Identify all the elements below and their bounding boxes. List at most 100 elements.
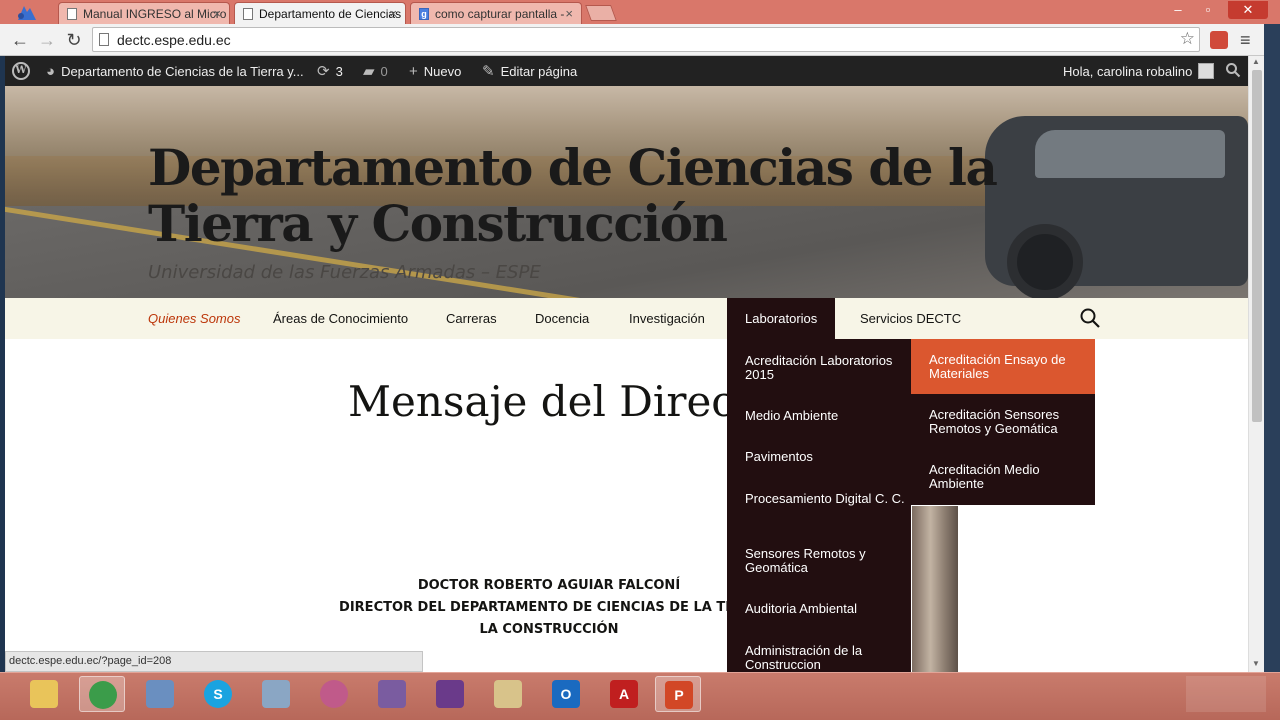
submenu-item-administracion[interactable]: Administración de la Construccion xyxy=(745,644,905,672)
adminbar-new[interactable]: + Nuevo xyxy=(409,64,461,79)
submenu-item-sensores-remotos[interactable]: Acreditación Sensores Remotos y Geomátic… xyxy=(911,394,1095,449)
minimize-button[interactable]: – xyxy=(1168,1,1188,19)
site-description: Universidad de las Fuerzas Armadas – ESP… xyxy=(148,262,541,283)
address-url[interactable]: dectc.espe.edu.ec xyxy=(117,32,231,48)
taskbar-outlook[interactable]: O xyxy=(543,676,589,712)
page-icon xyxy=(67,8,77,20)
avatar xyxy=(1198,63,1215,79)
updates-count: 3 xyxy=(335,64,343,79)
nav-item-laboratorios[interactable]: Laboratorios xyxy=(727,298,836,339)
skype-icon: S xyxy=(204,680,232,708)
maximize-button[interactable]: ▫ xyxy=(1198,1,1218,19)
taskbar-network[interactable] xyxy=(137,676,183,712)
pencil-icon: ✎ xyxy=(482,63,495,80)
wordpress-logo[interactable]: W xyxy=(12,62,30,80)
tab-como-capturar[interactable]: g como capturar pantalla - × xyxy=(410,2,582,24)
header-car-image xyxy=(985,116,1248,298)
adminbar-comments[interactable]: ▰ 0 xyxy=(363,64,388,79)
user-greeting: Hola, carolina robalino xyxy=(1063,63,1193,79)
submenu-item-medio-ambiente-acred[interactable]: Acreditación Medio Ambiente xyxy=(911,449,1095,504)
main-navigation: Quienes Somos Áreas de Conocimiento Carr… xyxy=(5,298,1248,339)
submenu-item-auditoria[interactable]: Auditoria Ambiental xyxy=(745,602,905,616)
extension-icon[interactable] xyxy=(1210,31,1228,49)
nav-item-servicios[interactable]: Servicios DECTC xyxy=(860,311,961,326)
search-icon xyxy=(1226,63,1241,78)
chrome-menu-icon[interactable]: ≡ xyxy=(1240,30,1251,51)
close-tab-icon[interactable]: × xyxy=(389,6,397,21)
taskbar-paint[interactable] xyxy=(311,676,357,712)
page-scrollbar[interactable]: ▲ ▼ xyxy=(1248,56,1264,672)
tab-label: Manual INGRESO al Micro xyxy=(83,7,227,21)
taskbar-skype[interactable]: S xyxy=(195,676,241,712)
adminbar-search[interactable] xyxy=(1225,62,1241,78)
paint-icon xyxy=(320,680,348,708)
site-title[interactable]: Departamento de Ciencias de la Tierra y … xyxy=(148,138,998,253)
nav-item-carreras[interactable]: Carreras xyxy=(446,311,497,326)
taskbar-library[interactable] xyxy=(369,676,415,712)
taskbar-winrar[interactable] xyxy=(427,676,473,712)
address-bar[interactable]: dectc.espe.edu.ec ☆ xyxy=(92,27,1200,52)
winrar-icon xyxy=(436,680,464,708)
scrollbar-thumb[interactable] xyxy=(1252,70,1262,422)
adminbar-site-name[interactable]: ◕ Departamento de Ciencias de la Tierra … xyxy=(46,64,304,79)
browser-toolbar: ← → ↻ dectc.espe.edu.ec ☆ ≡ xyxy=(0,24,1280,56)
network-icon xyxy=(146,680,174,708)
submenu-item-medio-ambiente[interactable]: Medio Ambiente xyxy=(745,409,905,423)
submenu-item-sensores[interactable]: Sensores Remotos y Geomática xyxy=(745,547,905,575)
close-tab-icon[interactable]: × xyxy=(565,6,573,21)
site-title-line1: Departamento de Ciencias de la xyxy=(148,138,998,197)
taskbar-file-explorer[interactable] xyxy=(21,676,67,712)
submenu-item-acreditacion[interactable]: Acreditación Laboratorios 2015 xyxy=(745,354,905,382)
adminbar-edit-page[interactable]: ✎ Editar página xyxy=(482,64,577,79)
desktop-edge xyxy=(1264,24,1280,672)
nav-item-docencia[interactable]: Docencia xyxy=(535,311,589,326)
acreditacion-submenu: Acreditación Ensayo de Materiales Acredi… xyxy=(911,339,1095,505)
page-icon xyxy=(99,33,109,46)
submenu-item-ensayo-materiales[interactable]: Acreditación Ensayo de Materiales xyxy=(911,339,1095,394)
adminbar-updates[interactable]: ⟳ 3 xyxy=(317,64,343,79)
new-tab-button[interactable] xyxy=(585,5,617,21)
window-controls: – ▫ ✕ xyxy=(1168,1,1268,19)
forward-button[interactable]: → xyxy=(37,30,57,51)
laboratorios-submenu: Acreditación Laboratorios 2015 Medio Amb… xyxy=(727,339,911,672)
site-name-label: Departamento de Ciencias de la Tierra y.… xyxy=(61,64,304,79)
scroll-up-icon[interactable]: ▲ xyxy=(1252,57,1260,66)
site-title-line2: Tierra y Construcción xyxy=(148,194,728,253)
windows-taskbar: S O A P xyxy=(0,672,1280,720)
reload-button[interactable]: ↻ xyxy=(64,30,84,51)
comment-icon: ▰ xyxy=(363,63,375,80)
tab-manual-ingreso[interactable]: Manual INGRESO al Micro × xyxy=(58,2,230,24)
library-icon xyxy=(378,680,406,708)
close-window-button[interactable]: ✕ xyxy=(1228,1,1268,19)
calculator-icon xyxy=(262,680,290,708)
app-logo-icon xyxy=(14,2,40,22)
director-photo xyxy=(912,506,958,672)
scroll-down-icon[interactable]: ▼ xyxy=(1252,659,1260,668)
taskbar-calculator[interactable] xyxy=(253,676,299,712)
nav-item-investigacion[interactable]: Investigación xyxy=(629,311,705,326)
comments-count: 0 xyxy=(380,64,388,79)
close-tab-icon[interactable]: × xyxy=(213,6,221,21)
autocad-icon: A xyxy=(610,680,638,708)
nav-item-areas[interactable]: Áreas de Conocimiento xyxy=(273,311,408,326)
taskbar-autocad[interactable]: A xyxy=(601,676,647,712)
taskbar-notepad[interactable] xyxy=(485,676,531,712)
system-tray[interactable] xyxy=(1186,676,1266,712)
submenu-item-procesamiento[interactable]: Procesamiento Digital C. C. xyxy=(745,492,905,506)
adminbar-account[interactable]: Hola, carolina robalino xyxy=(1063,63,1215,79)
search-icon[interactable] xyxy=(1080,308,1100,328)
submenu-item-pavimentos[interactable]: Pavimentos xyxy=(745,450,905,464)
new-label: Nuevo xyxy=(423,64,462,79)
notepad-icon xyxy=(494,680,522,708)
tab-departamento[interactable]: Departamento de Ciencias × xyxy=(234,2,406,25)
taskbar-chrome[interactable] xyxy=(79,676,125,712)
bookmark-star-icon[interactable]: ☆ xyxy=(1180,29,1195,49)
page-icon xyxy=(243,8,253,20)
taskbar-powerpoint[interactable]: P xyxy=(655,676,701,712)
updates-icon: ⟳ xyxy=(317,63,330,80)
edit-page-label: Editar página xyxy=(500,64,578,79)
powerpoint-icon: P xyxy=(665,681,693,709)
status-url-bubble: dectc.espe.edu.ec/?page_id=208 xyxy=(5,651,423,672)
back-button[interactable]: ← xyxy=(10,30,30,51)
nav-item-quienes-somos[interactable]: Quienes Somos xyxy=(148,311,241,326)
